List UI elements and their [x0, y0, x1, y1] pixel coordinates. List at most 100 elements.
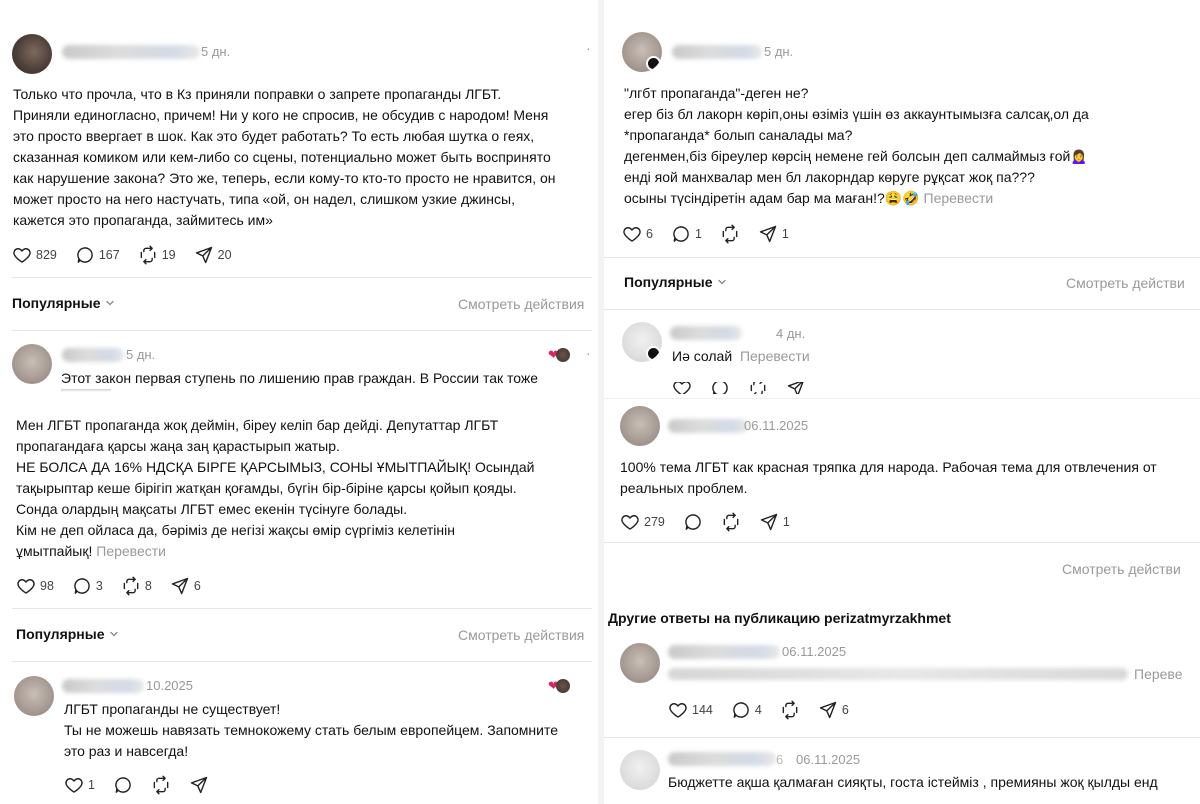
- clipped-text-edge: [61, 389, 111, 392]
- translate-link[interactable]: Перевести: [96, 543, 166, 559]
- comment-button[interactable]: 1: [671, 224, 702, 244]
- avatar[interactable]: [620, 750, 660, 790]
- share-count: 1: [781, 227, 789, 241]
- post-actions: 6 1 1: [622, 224, 807, 244]
- heart-icon: [622, 224, 642, 244]
- blurred-username[interactable]: [62, 45, 200, 59]
- share-button[interactable]: 20: [194, 245, 232, 265]
- view-activity-link[interactable]: Смотреть действи: [1066, 275, 1185, 291]
- avatar[interactable]: [12, 34, 52, 74]
- translate-link[interactable]: Переве: [1134, 666, 1183, 682]
- view-activity-link[interactable]: Смотреть действия: [458, 627, 584, 643]
- comment-button[interactable]: 3: [72, 576, 103, 596]
- avatar[interactable]: [622, 32, 662, 72]
- comment-button[interactable]: [710, 382, 730, 394]
- comment-button[interactable]: [113, 775, 133, 795]
- comment-button[interactable]: 4: [731, 700, 762, 720]
- heart-icon: [12, 245, 32, 265]
- reply-actions: [672, 382, 824, 394]
- share-icon: [758, 224, 778, 244]
- translate-link[interactable]: Перевести: [924, 190, 994, 206]
- share-button[interactable]: 1: [759, 512, 790, 532]
- share-button[interactable]: 6: [170, 576, 201, 596]
- like-button[interactable]: 829: [12, 245, 57, 265]
- share-icon: [194, 245, 214, 265]
- like-count: 829: [36, 248, 57, 262]
- reply-text: Бюджетте ақша қалмаған сияқты, госта іст…: [668, 774, 1158, 790]
- comment-count: 4: [754, 703, 762, 717]
- sort-label: Популярные: [16, 626, 105, 642]
- post-text-line: ұмытпайық!: [16, 543, 93, 559]
- blurred-username[interactable]: [670, 326, 742, 340]
- chevron-down-icon: [717, 277, 727, 287]
- avatar[interactable]: [622, 322, 662, 362]
- chevron-down-icon: [109, 629, 119, 639]
- share-button[interactable]: [786, 382, 806, 394]
- reply-text: Иә солай: [672, 348, 733, 364]
- blurred-username[interactable]: [672, 45, 762, 59]
- blurred-username[interactable]: [668, 419, 748, 433]
- repost-button[interactable]: [720, 224, 740, 244]
- blurred-username[interactable]: [668, 645, 780, 659]
- repost-button[interactable]: [748, 382, 768, 394]
- reply-text: ЛГБТ пропаганды не существует! Ты не мож…: [64, 701, 559, 759]
- view-activity-link[interactable]: Смотреть действи: [1062, 561, 1181, 577]
- avatar[interactable]: [620, 643, 660, 683]
- divider: [12, 277, 592, 278]
- reply-timestamp: 06.11.2025: [744, 418, 809, 433]
- blurred-username[interactable]: [668, 752, 776, 766]
- other-replies-heading: Другие ответы на публикацию perizatmyrza…: [608, 610, 951, 626]
- like-button[interactable]: 6: [622, 224, 653, 244]
- more-options-icon[interactable]: ·: [586, 345, 592, 361]
- post-actions: 829 167 19 20: [12, 245, 250, 265]
- divider: [12, 608, 592, 609]
- like-button[interactable]: 98: [16, 576, 54, 596]
- translate-link[interactable]: Перевести: [740, 348, 810, 364]
- reply-timestamp: 06.11.2025: [782, 644, 847, 659]
- like-button[interactable]: [672, 382, 692, 394]
- divider: [12, 330, 592, 331]
- post-text: Только что прочла, что в Кз приняли попр…: [13, 86, 556, 228]
- divider: [604, 737, 1200, 738]
- blurred-reply-text: [668, 668, 1128, 680]
- heart-icon: [672, 382, 692, 394]
- share-button[interactable]: [189, 775, 209, 795]
- blurred-username[interactable]: [62, 679, 144, 693]
- avatar[interactable]: [14, 676, 54, 716]
- like-button[interactable]: 1: [64, 775, 95, 795]
- share-button[interactable]: 6: [818, 700, 849, 720]
- comment-button[interactable]: 167: [75, 245, 120, 265]
- sort-dropdown[interactable]: Популярные: [16, 626, 119, 642]
- comment-button[interactable]: [683, 512, 703, 532]
- repost-icon: [151, 775, 171, 795]
- sort-dropdown[interactable]: Популярные: [624, 274, 727, 290]
- like-count: 1: [88, 778, 95, 792]
- liked-by-author-badge: ❤: [548, 347, 570, 363]
- author-mini-avatar: [555, 679, 570, 693]
- repost-button[interactable]: [151, 775, 171, 795]
- repost-icon: [720, 224, 740, 244]
- view-activity-link[interactable]: Смотреть действия: [458, 296, 584, 312]
- post-text: "лгбт пропаганда"-деген не? егер біз бл …: [624, 85, 1089, 185]
- repost-button[interactable]: [780, 700, 800, 720]
- repost-button[interactable]: [721, 512, 741, 532]
- repost-button[interactable]: 8: [121, 576, 152, 596]
- reply-text-line: Иә солай Перевести: [672, 346, 810, 367]
- comment-count: 3: [95, 579, 103, 593]
- like-button[interactable]: 144: [668, 700, 713, 720]
- repost-icon: [121, 576, 141, 596]
- reply-timestamp: 4 дн.: [776, 326, 806, 341]
- sort-dropdown[interactable]: Популярные: [12, 295, 115, 311]
- blurred-username[interactable]: [62, 348, 124, 362]
- comment-icon: [710, 382, 730, 394]
- repost-button[interactable]: 19: [138, 245, 176, 265]
- like-button[interactable]: 279: [620, 512, 665, 532]
- share-button[interactable]: 1: [758, 224, 789, 244]
- comment-icon: [683, 512, 703, 532]
- more-options-icon[interactable]: ·: [586, 40, 592, 56]
- share-icon: [786, 382, 806, 394]
- reply-actions: 144 4 6: [668, 700, 867, 720]
- liked-by-author-badge: ❤: [548, 678, 570, 694]
- avatar[interactable]: [12, 344, 52, 384]
- avatar[interactable]: [620, 406, 660, 446]
